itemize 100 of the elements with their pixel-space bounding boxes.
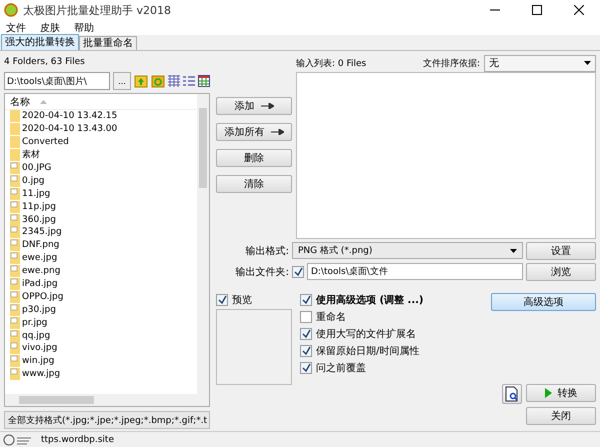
input-list-label: 输入列表: 0 Files xyxy=(296,58,366,70)
file-name[interactable]: 11.jpg xyxy=(22,188,50,200)
file-name[interactable]: qq.jpg xyxy=(22,330,50,342)
status-icon xyxy=(3,434,33,446)
file-name[interactable]: 素材 xyxy=(22,149,40,162)
list-button[interactable]: 添加 xyxy=(216,97,292,115)
output-folder-label: 输出文件夹: xyxy=(234,266,289,278)
grid-view-icon[interactable] xyxy=(168,75,180,87)
file-name[interactable]: iPad.jpg xyxy=(22,278,58,290)
image-file-icon xyxy=(10,316,20,329)
list-button[interactable]: 删除 xyxy=(216,149,292,167)
tab[interactable]: 强大的批量转换 xyxy=(1,34,79,50)
option-checkbox[interactable] xyxy=(300,310,312,322)
folder-icon xyxy=(10,110,20,122)
close-window-button[interactable]: 关闭 xyxy=(526,407,596,425)
list-button[interactable]: 添加所有 xyxy=(216,123,292,141)
file-name[interactable]: Converted xyxy=(22,136,69,148)
folder-icon xyxy=(10,136,20,148)
file-name[interactable]: vivo.jpg xyxy=(22,342,58,354)
folder-icon xyxy=(10,149,20,162)
image-file-icon xyxy=(10,252,20,264)
option-checkbox[interactable] xyxy=(300,344,312,356)
image-file-icon xyxy=(10,278,20,290)
image-file-icon xyxy=(10,330,20,342)
folder-icon xyxy=(10,123,20,136)
sort-label: 文件排序依据: xyxy=(422,58,480,70)
file-name[interactable]: 2020-04-10 13.43.00 xyxy=(22,123,118,136)
menu-item[interactable]: 皮肤 xyxy=(40,20,60,34)
file-name[interactable]: DNF.png xyxy=(22,239,60,252)
file-name[interactable]: 0.jpg xyxy=(22,174,45,187)
window-title: 太极图片批量处理助手 v2018 xyxy=(23,2,172,18)
close-icon xyxy=(574,5,584,15)
image-file-icon xyxy=(10,304,20,316)
image-file-icon xyxy=(10,188,20,200)
list-button[interactable]: 清除 xyxy=(216,175,292,193)
option-checkbox[interactable] xyxy=(300,294,312,306)
output-folder-field[interactable]: D:\tools\桌面\文件 xyxy=(307,263,523,280)
image-file-icon xyxy=(10,226,20,238)
file-type-dropdown[interactable]: 全部支持格式(*.jpg;*.jpe;*.jpeg;*.bmp;*.gif;*.t xyxy=(4,411,210,429)
option-label: 使用高级选项 (调整 ...) xyxy=(316,293,424,306)
browse-folder-button[interactable]: 浏览 xyxy=(526,262,596,280)
magnifier-page-icon xyxy=(505,386,519,402)
dropdown-arrow-icon xyxy=(510,248,517,252)
file-name[interactable]: 00.JPG xyxy=(22,162,52,174)
image-file-icon xyxy=(10,290,20,303)
file-name[interactable]: ewe.jpg xyxy=(22,252,58,264)
details-view-icon[interactable] xyxy=(198,75,210,87)
image-file-icon xyxy=(10,239,20,252)
option-checkbox[interactable] xyxy=(300,328,312,340)
sort-dropdown[interactable]: 无 xyxy=(484,54,596,72)
arrow-right-icon xyxy=(260,103,274,109)
option-checkbox[interactable] xyxy=(300,362,312,374)
preview-label: 预览 xyxy=(232,294,252,306)
preview-button[interactable] xyxy=(502,384,522,404)
menu-item[interactable]: 文件 xyxy=(6,20,26,34)
option-label: 保留原始日期/时间属性 xyxy=(316,344,420,358)
folder-up-icon[interactable] xyxy=(134,74,148,88)
folder-refresh-icon[interactable] xyxy=(151,74,165,88)
input-list[interactable] xyxy=(296,72,596,239)
settings-button[interactable]: 设置 xyxy=(526,242,596,260)
image-file-icon xyxy=(10,368,20,380)
file-count: 4 Folders, 63 Files xyxy=(4,56,86,69)
output-format-dropdown[interactable]: PNG 格式 (*.png) xyxy=(292,242,523,259)
convert-button[interactable]: 转换 xyxy=(526,384,596,402)
option-label: 重命名 xyxy=(316,310,346,324)
dropdown-arrow-icon xyxy=(584,61,591,65)
browse-button[interactable]: ... xyxy=(113,72,131,90)
file-name[interactable]: 360.jpg xyxy=(22,214,56,226)
column-header[interactable]: 名称 xyxy=(10,94,30,108)
play-icon xyxy=(544,388,552,398)
path-field[interactable]: D:\tools\桌面\图片\ xyxy=(4,72,110,90)
file-name[interactable]: pr.jpg xyxy=(22,316,48,329)
menu-item[interactable]: 帮助 xyxy=(74,20,94,34)
image-file-icon xyxy=(10,214,20,226)
file-name[interactable]: 2020-04-10 13.42.15 xyxy=(22,110,118,122)
file-name[interactable]: p30.jpg xyxy=(22,304,56,316)
list-view-icon[interactable] xyxy=(183,75,195,87)
file-name[interactable]: www.jpg xyxy=(22,368,60,380)
option-label: 使用大写的文件扩展名 xyxy=(316,328,416,340)
option-label: 问之前覆盖 xyxy=(316,362,366,374)
image-file-icon xyxy=(10,174,20,187)
image-file-icon xyxy=(10,265,20,278)
image-file-icon xyxy=(10,200,20,213)
image-file-icon xyxy=(10,342,20,354)
file-name[interactable]: win.jpg xyxy=(22,355,54,368)
preview-checkbox[interactable] xyxy=(216,294,228,306)
sort-up-icon xyxy=(40,100,47,104)
file-name[interactable]: OPPO.jpg xyxy=(22,290,64,303)
maximize-icon xyxy=(532,5,542,15)
output-format-label: 输出格式: xyxy=(244,244,289,258)
file-name[interactable]: 2345.jpg xyxy=(22,226,62,238)
file-name[interactable]: 11p.jpg xyxy=(22,200,56,213)
vertical-scrollbar[interactable] xyxy=(197,94,209,406)
app-icon xyxy=(4,3,18,17)
horizontal-scrollbar[interactable] xyxy=(5,394,197,406)
advanced-options-button[interactable]: 高级选项 xyxy=(491,293,596,311)
file-name[interactable]: ewe.png xyxy=(22,265,60,278)
tab[interactable]: 批量重命名 xyxy=(79,36,137,50)
output-folder-checkbox[interactable] xyxy=(292,266,304,278)
status-text: ttps.wordbp.site xyxy=(41,434,114,444)
